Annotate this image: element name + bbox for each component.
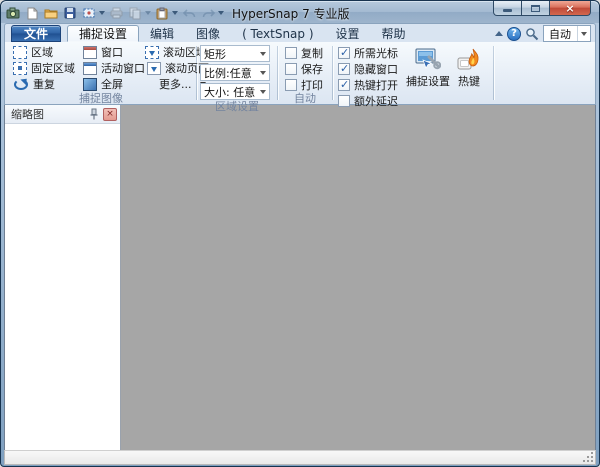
checkbox-icon bbox=[338, 63, 350, 75]
scroll-region-icon bbox=[145, 46, 159, 59]
active-window-button[interactable]: 活动窗口 bbox=[79, 60, 141, 76]
group-label-auto: 自动 bbox=[281, 92, 329, 105]
capture-icon[interactable] bbox=[81, 5, 97, 21]
save-icon[interactable] bbox=[62, 5, 78, 21]
checkbox-icon bbox=[338, 47, 350, 59]
close-button[interactable]: × bbox=[549, 1, 591, 16]
active-window-icon bbox=[83, 62, 97, 75]
app-window: HyperSnap 7 专业版 × 文件 捕捉设置 编辑 图像 ( TextSn… bbox=[0, 0, 600, 467]
tab-help[interactable]: 帮助 bbox=[371, 25, 417, 42]
window-button[interactable]: 窗口 bbox=[79, 44, 141, 60]
window-icon bbox=[83, 46, 97, 59]
extra-delay-checkbox[interactable]: 额外延迟 bbox=[338, 94, 404, 108]
thumbnail-list[interactable] bbox=[5, 124, 120, 450]
hotkey-flame-icon bbox=[457, 47, 481, 71]
group-label-capture-image: 捕捉图像 bbox=[9, 92, 193, 105]
checkbox-icon bbox=[285, 47, 297, 59]
checkbox-icon bbox=[338, 95, 350, 107]
shape-dropdown-arrow-icon bbox=[260, 52, 266, 56]
maximize-button[interactable] bbox=[522, 1, 549, 16]
size-dropdown[interactable]: 大小: 任意 bbox=[200, 83, 270, 100]
panel-close-icon[interactable]: × bbox=[103, 108, 117, 121]
region-button[interactable]: 区域 bbox=[9, 44, 79, 60]
undo-icon[interactable] bbox=[181, 5, 197, 21]
ribbon: 区域 固定区域 重复 窗口 活动窗口 全屏 滚动区域 滚动页面 更多... 捕捉… bbox=[4, 42, 596, 105]
help-icon[interactable]: ? bbox=[507, 27, 521, 41]
fixed-region-icon bbox=[13, 62, 27, 75]
paste-icon[interactable] bbox=[154, 5, 170, 21]
auto-print-checkbox[interactable]: 打印 bbox=[285, 78, 323, 92]
capture-dropdown-icon[interactable] bbox=[99, 11, 105, 15]
ribbon-group-capture-image: 区域 固定区域 重复 窗口 活动窗口 全屏 滚动区域 滚动页面 更多... 捕捉… bbox=[7, 44, 195, 104]
ribbon-group-options: 所需光标 隐藏窗口 热键打开 额外延迟 bbox=[334, 44, 492, 104]
paste-dropdown-icon[interactable] bbox=[172, 11, 178, 15]
zoom-combo-arrow-icon[interactable] bbox=[577, 26, 590, 41]
magnifier-icon[interactable] bbox=[525, 27, 539, 41]
pin-icon[interactable] bbox=[87, 107, 101, 121]
checkbox-icon bbox=[285, 79, 297, 91]
hotkey-open-checkbox[interactable]: 热键打开 bbox=[338, 78, 404, 92]
capture-settings-icon bbox=[415, 47, 441, 71]
redo-icon[interactable] bbox=[200, 5, 216, 21]
repeat-button[interactable]: 重复 bbox=[9, 76, 79, 92]
tab-textsnap[interactable]: ( TextSnap ) bbox=[231, 25, 324, 42]
fixed-region-button[interactable]: 固定区域 bbox=[9, 60, 79, 76]
hide-window-checkbox[interactable]: 隐藏窗口 bbox=[338, 62, 404, 76]
collapse-ribbon-icon[interactable] bbox=[495, 31, 503, 36]
window-controls: × bbox=[493, 1, 591, 16]
window-title: HyperSnap 7 专业版 bbox=[232, 5, 350, 22]
minimize-button[interactable] bbox=[493, 1, 522, 16]
fullscreen-button[interactable]: 全屏 bbox=[79, 76, 141, 92]
include-cursor-checkbox[interactable]: 所需光标 bbox=[338, 46, 404, 60]
ratio-dropdown[interactable]: 比例:任意 bbox=[200, 64, 270, 81]
tab-settings[interactable]: 设置 bbox=[325, 25, 371, 42]
ribbon-group-auto: 复制 保存 打印 自动 bbox=[279, 44, 331, 104]
auto-copy-checkbox[interactable]: 复制 bbox=[285, 46, 323, 60]
zoom-combo-value: 自动 bbox=[544, 26, 577, 42]
resize-grip-icon[interactable] bbox=[583, 452, 594, 463]
hotkey-button[interactable]: 热键 bbox=[452, 44, 486, 108]
thumbnail-panel: 缩略图 × bbox=[5, 105, 121, 450]
thumbnail-panel-title: 缩略图 bbox=[11, 106, 87, 122]
ribbon-tab-row: 文件 捕捉设置 编辑 图像 ( TextSnap ) 设置 帮助 ? 自动 bbox=[4, 23, 596, 42]
repeat-icon bbox=[14, 79, 28, 90]
copy-dropdown-icon[interactable] bbox=[145, 11, 151, 15]
tab-capture-settings[interactable]: 捕捉设置 bbox=[67, 25, 139, 42]
copy-icon[interactable] bbox=[127, 5, 143, 21]
tab-file[interactable]: 文件 bbox=[11, 25, 61, 42]
scroll-page-icon bbox=[147, 62, 161, 75]
checkbox-icon bbox=[285, 63, 297, 75]
ratio-dropdown-arrow-icon bbox=[260, 71, 266, 75]
fullscreen-icon bbox=[83, 78, 97, 91]
open-folder-icon[interactable] bbox=[43, 5, 59, 21]
shape-dropdown[interactable]: 矩形 bbox=[200, 45, 270, 62]
zoom-combo[interactable]: 自动 bbox=[543, 25, 591, 42]
region-icon bbox=[13, 46, 27, 59]
new-file-icon[interactable] bbox=[24, 5, 40, 21]
print-icon[interactable] bbox=[108, 5, 124, 21]
group-label-region-settings: 区域设置 bbox=[200, 100, 274, 113]
ribbon-group-region-settings: 矩形 比例:任意 大小: 任意 区域设置 bbox=[198, 44, 276, 104]
auto-save-checkbox[interactable]: 保存 bbox=[285, 62, 323, 76]
size-dropdown-arrow-icon bbox=[260, 90, 266, 94]
workspace: 缩略图 × bbox=[4, 105, 596, 450]
tab-image[interactable]: 图像 bbox=[185, 25, 231, 42]
app-logo-icon[interactable] bbox=[5, 5, 21, 21]
checkbox-icon bbox=[338, 79, 350, 91]
quick-access-toolbar bbox=[5, 5, 224, 21]
capture-settings-button[interactable]: 捕捉设置 bbox=[404, 44, 452, 108]
document-canvas[interactable] bbox=[121, 105, 595, 450]
title-bar[interactable]: HyperSnap 7 专业版 × bbox=[1, 1, 599, 23]
qat-customize-icon[interactable] bbox=[218, 11, 224, 15]
thumbnail-panel-header: 缩略图 × bbox=[5, 105, 120, 124]
tab-edit[interactable]: 编辑 bbox=[139, 25, 185, 42]
status-bar bbox=[4, 450, 596, 465]
